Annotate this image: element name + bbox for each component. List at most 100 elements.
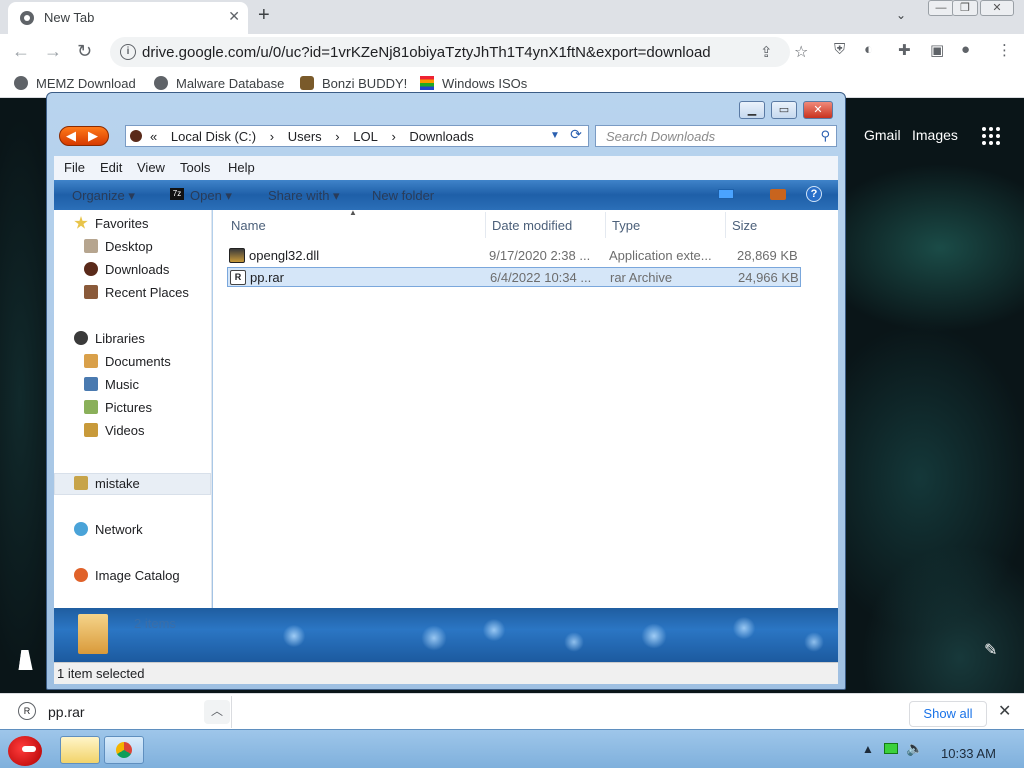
menu-file[interactable]: File [64,160,85,175]
profile-avatar-icon[interactable]: ● [961,41,970,58]
back-arrow-icon[interactable]: ← [12,41,30,62]
back-forward-buttons[interactable]: ◀ ▶ [59,126,109,146]
explorer-address-bar[interactable]: « Local Disk (C:) › Users › LOL › Downlo… [125,125,589,147]
nav-mistake[interactable]: mistake [74,476,140,491]
column-type[interactable]: Type [612,218,640,233]
column-date-modified[interactable]: Date modified [492,218,572,233]
breadcrumb-lol[interactable]: LOL [353,129,378,144]
address-dropdown-icon[interactable]: ▼ [550,130,560,141]
customize-pencil-icon[interactable]: ✎ [984,640,997,660]
breadcrumb-users[interactable]: Users [288,129,322,144]
system-clock[interactable]: 10:33 AM [941,746,996,761]
nav-recent-places[interactable]: Recent Places [84,285,189,300]
images-link[interactable]: Images [912,127,958,143]
address-bar[interactable]: i drive.google.com/u/0/uc?id=1vrKZeNj81o… [110,37,790,67]
menu-kebab-icon[interactable]: ⋮ [997,41,1012,59]
restore-window-button[interactable]: ❐ [952,0,978,16]
breadcrumb-overflow[interactable]: « [150,129,157,144]
view-options-icon[interactable] [718,189,734,199]
breadcrumb-local-disk[interactable]: Local Disk (C:) [171,129,256,144]
nav-libraries[interactable]: Libraries [74,331,145,346]
bookmark-memz[interactable]: MEMZ Download [14,76,136,91]
column-separator[interactable] [485,212,486,238]
share-with-button[interactable]: Share with ▾ [268,188,340,204]
explorer-back-icon[interactable]: ◀ [66,128,76,144]
column-size[interactable]: Size [732,218,757,233]
explorer-minimize-button[interactable]: ▁ [739,101,765,119]
bookmark-bonzi[interactable]: Bonzi BUDDY! [300,76,407,91]
rar-archive-icon: R [230,270,246,285]
breadcrumb-downloads[interactable]: Downloads [409,129,473,144]
close-shelf-icon[interactable]: ✕ [998,701,1011,721]
forward-arrow-icon[interactable]: → [44,41,62,62]
file-row-opengl32[interactable]: opengl32.dll 9/17/2020 2:38 ... Applicat… [227,246,801,266]
gmail-link[interactable]: Gmail [864,127,901,143]
minimize-window-button[interactable]: — [928,0,954,16]
preview-pane-icon[interactable] [770,189,786,200]
search-box[interactable]: Search Downloads ⚲ [595,125,837,147]
nav-label: Documents [105,354,171,369]
reload-icon[interactable]: ↻ [77,41,92,62]
ublock-extension-icon[interactable]: ⛨ [834,41,845,58]
menu-edit[interactable]: Edit [100,160,122,175]
column-separator[interactable] [605,212,606,238]
new-tab-button[interactable]: + [258,4,270,27]
file-row-pp-rar[interactable]: R pp.rar 6/4/2022 10:34 ... rar Archive … [227,267,801,287]
extensions-puzzle-icon[interactable]: ✚ [898,41,911,59]
download-options-chevron-icon[interactable]: ︿ [204,700,230,724]
show-all-button[interactable]: Show all [909,701,987,727]
nav-pictures[interactable]: Pictures [84,400,152,415]
breadcrumb-separator[interactable]: › [391,129,395,144]
start-button[interactable] [4,732,48,768]
new-folder-button[interactable]: New folder [372,188,434,203]
download-item[interactable]: R pp.rar ︿ [8,696,232,728]
volume-icon[interactable]: 🔈 [906,740,923,757]
menu-tools[interactable]: Tools [180,160,210,175]
bookmark-star-icon[interactable]: ☆ [794,42,808,62]
nav-documents[interactable]: Documents [84,354,171,369]
share-icon[interactable]: ⇪ [760,43,773,61]
menu-view[interactable]: View [137,160,165,175]
bookmark-malware-db[interactable]: Malware Database [154,76,284,91]
battery-icon[interactable] [884,743,898,754]
help-icon[interactable]: ? [806,186,822,202]
close-window-button[interactable]: ✕ [980,0,1014,16]
file-date: 6/4/2022 10:34 ... [490,270,592,285]
close-tab-icon[interactable]: ✕ [228,8,240,25]
column-separator[interactable] [725,212,726,238]
breadcrumb-separator[interactable]: › [335,129,339,144]
column-name[interactable]: Name [231,218,266,233]
taskbar-explorer-icon[interactable] [60,736,100,764]
nav-favorites[interactable]: Favorites [74,216,148,231]
explorer-forward-icon[interactable]: ▶ [88,128,98,144]
nav-music[interactable]: Music [84,377,139,392]
side-panel-icon[interactable]: ▣ [930,41,944,59]
show-hidden-icons[interactable]: ▲ [862,742,874,756]
breadcrumb-separator[interactable]: › [270,129,274,144]
taskbar-chrome-icon[interactable] [104,736,144,764]
dll-file-icon [229,248,245,263]
download-shelf: R pp.rar ︿ Show all ✕ [0,693,1024,729]
site-info-icon[interactable]: i [120,44,136,60]
bookmark-windows-isos[interactable]: Windows ISOs [420,76,527,91]
nav-image-catalog[interactable]: Image Catalog [74,568,180,583]
bird-eye [22,746,36,752]
tab-new-tab[interactable]: New Tab ✕ [8,2,248,34]
extension-icon[interactable]: ◐ [864,41,873,58]
nav-network[interactable]: Network [74,522,143,537]
nav-videos[interactable]: Videos [84,423,145,438]
nav-desktop[interactable]: Desktop [84,239,153,254]
open-button[interactable]: Open ▾ [190,188,232,204]
refresh-icon[interactable]: ⟳ [565,126,587,146]
nav-label: Downloads [105,262,170,277]
google-apps-icon[interactable] [982,127,1000,145]
rar-file-icon: R [18,702,36,720]
tab-search-icon[interactable]: ⌄ [896,8,906,22]
search-icon[interactable]: ⚲ [820,128,830,144]
explorer-maximize-button[interactable]: ▭ [771,101,797,119]
menu-help[interactable]: Help [228,160,255,175]
documents-icon [84,354,98,368]
explorer-close-button[interactable]: ✕ [803,101,833,119]
nav-downloads[interactable]: Downloads [84,262,169,277]
organize-button[interactable]: Organize ▾ [72,188,135,204]
